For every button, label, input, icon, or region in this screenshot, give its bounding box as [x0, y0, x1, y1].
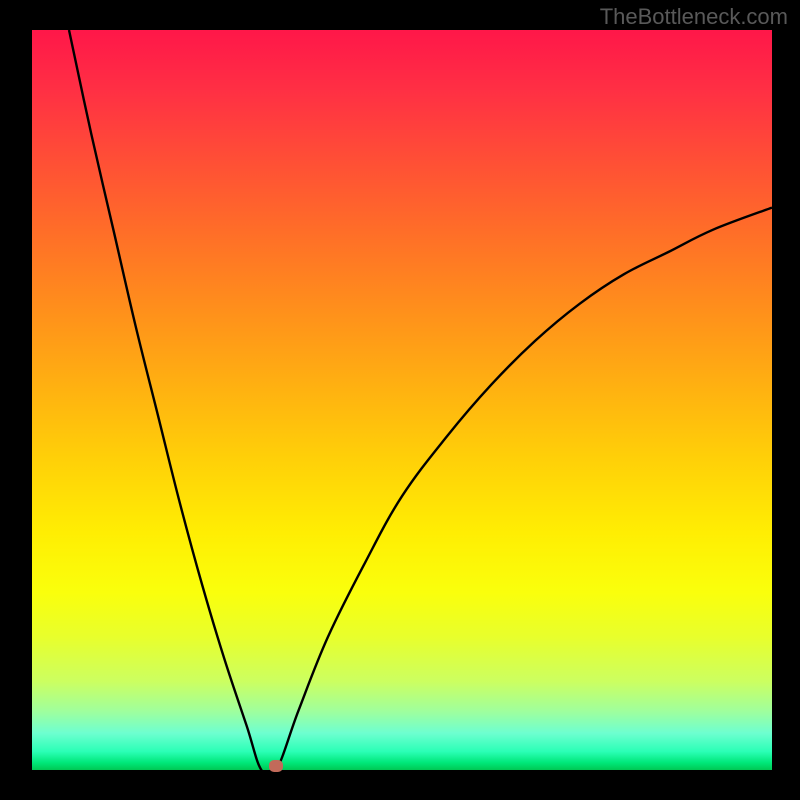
watermark-text: TheBottleneck.com	[600, 4, 788, 30]
plot-area	[32, 30, 772, 770]
bottleneck-curve	[69, 30, 772, 770]
optimal-marker	[269, 760, 283, 772]
curve-svg	[32, 30, 772, 770]
